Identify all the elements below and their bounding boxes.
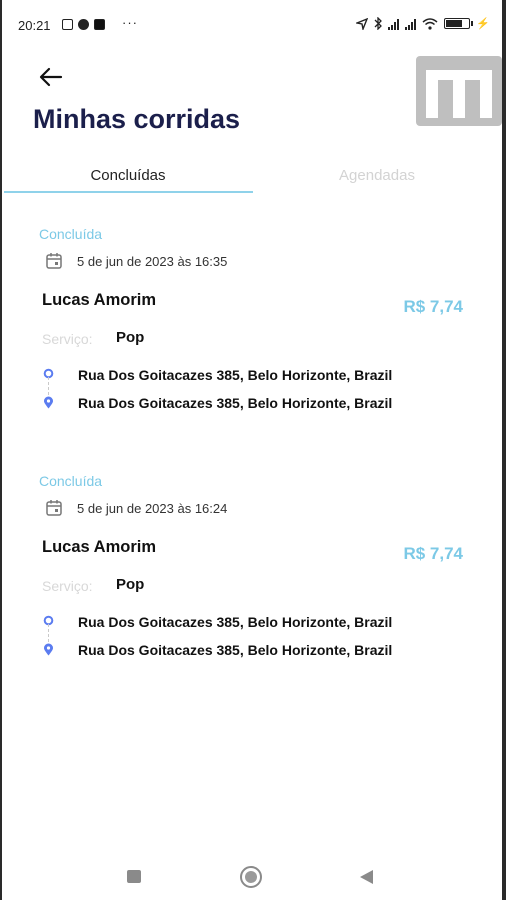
ride-status: Concluída xyxy=(39,473,103,489)
system-nav-bar xyxy=(0,852,506,900)
destination-address: Rua Dos Goitacazes 385, Belo Horizonte, … xyxy=(78,395,393,411)
ride-date-row: 5 de jun de 2023 às 16:24 xyxy=(45,499,227,517)
destination-address: Rua Dos Goitacazes 385, Belo Horizonte, … xyxy=(78,642,393,658)
recent-apps-button[interactable] xyxy=(127,870,141,883)
back-button[interactable] xyxy=(36,62,66,92)
service-value: Pop xyxy=(116,576,145,593)
system-icons: ⚡ xyxy=(356,17,490,30)
origin-address: Rua Dos Goitacazes 385, Belo Horizonte, … xyxy=(78,614,393,630)
calendar-icon xyxy=(46,253,62,269)
active-tab-indicator xyxy=(4,191,253,193)
more-notifications-icon: ··· xyxy=(122,15,138,30)
signal-strength-icon xyxy=(388,18,400,30)
charging-icon: ⚡ xyxy=(476,18,490,30)
arrow-left-icon xyxy=(39,67,63,87)
home-button[interactable] xyxy=(240,866,262,888)
ride-date-row: 5 de jun de 2023 às 16:35 xyxy=(45,252,227,270)
driver-name: Lucas Amorim xyxy=(42,291,157,309)
location-icon xyxy=(356,17,369,30)
calendar-icon xyxy=(46,500,62,516)
page-title: Minhas corridas xyxy=(33,104,241,134)
destination-pin-icon xyxy=(44,643,53,656)
route-connector xyxy=(48,377,49,395)
bluetooth-icon xyxy=(374,17,383,30)
destination-pin-icon xyxy=(44,396,53,409)
chat-notification-icon xyxy=(94,19,105,30)
status-bar: 20:21 ··· ⚡ xyxy=(0,0,506,52)
ride-date: 5 de jun de 2023 às 16:24 xyxy=(77,500,228,516)
status-time: 20:21 xyxy=(18,18,51,33)
service-label: Serviço: xyxy=(42,578,93,594)
ride-card[interactable]: Concluída 5 de jun de 2023 às 16:24 Luca… xyxy=(0,473,506,703)
home-circle-icon xyxy=(245,871,257,883)
ride-price: R$ 7,74 xyxy=(403,544,463,563)
app-logo xyxy=(416,56,502,126)
ride-card[interactable]: Concluída 5 de jun de 2023 às 16:35 Luca… xyxy=(0,226,506,456)
wifi-icon xyxy=(422,17,438,30)
service-label: Serviço: xyxy=(42,331,93,347)
tab-concluidas[interactable]: Concluídas xyxy=(4,167,252,184)
message-notification-icon xyxy=(62,19,73,30)
ride-status: Concluída xyxy=(39,226,103,242)
service-value: Pop xyxy=(116,329,145,346)
tab-agendadas[interactable]: Agendadas xyxy=(254,167,500,184)
battery-icon xyxy=(444,18,474,29)
app-notification-icon xyxy=(78,19,89,30)
ride-date: 5 de jun de 2023 às 16:35 xyxy=(77,253,228,269)
system-back-button[interactable] xyxy=(360,870,373,884)
notification-icons: ··· xyxy=(62,15,138,30)
signal-strength-icon-2 xyxy=(405,18,417,30)
ride-price: R$ 7,74 xyxy=(403,297,463,316)
driver-name: Lucas Amorim xyxy=(42,538,157,556)
route-connector xyxy=(48,624,49,642)
origin-address: Rua Dos Goitacazes 385, Belo Horizonte, … xyxy=(78,367,393,383)
